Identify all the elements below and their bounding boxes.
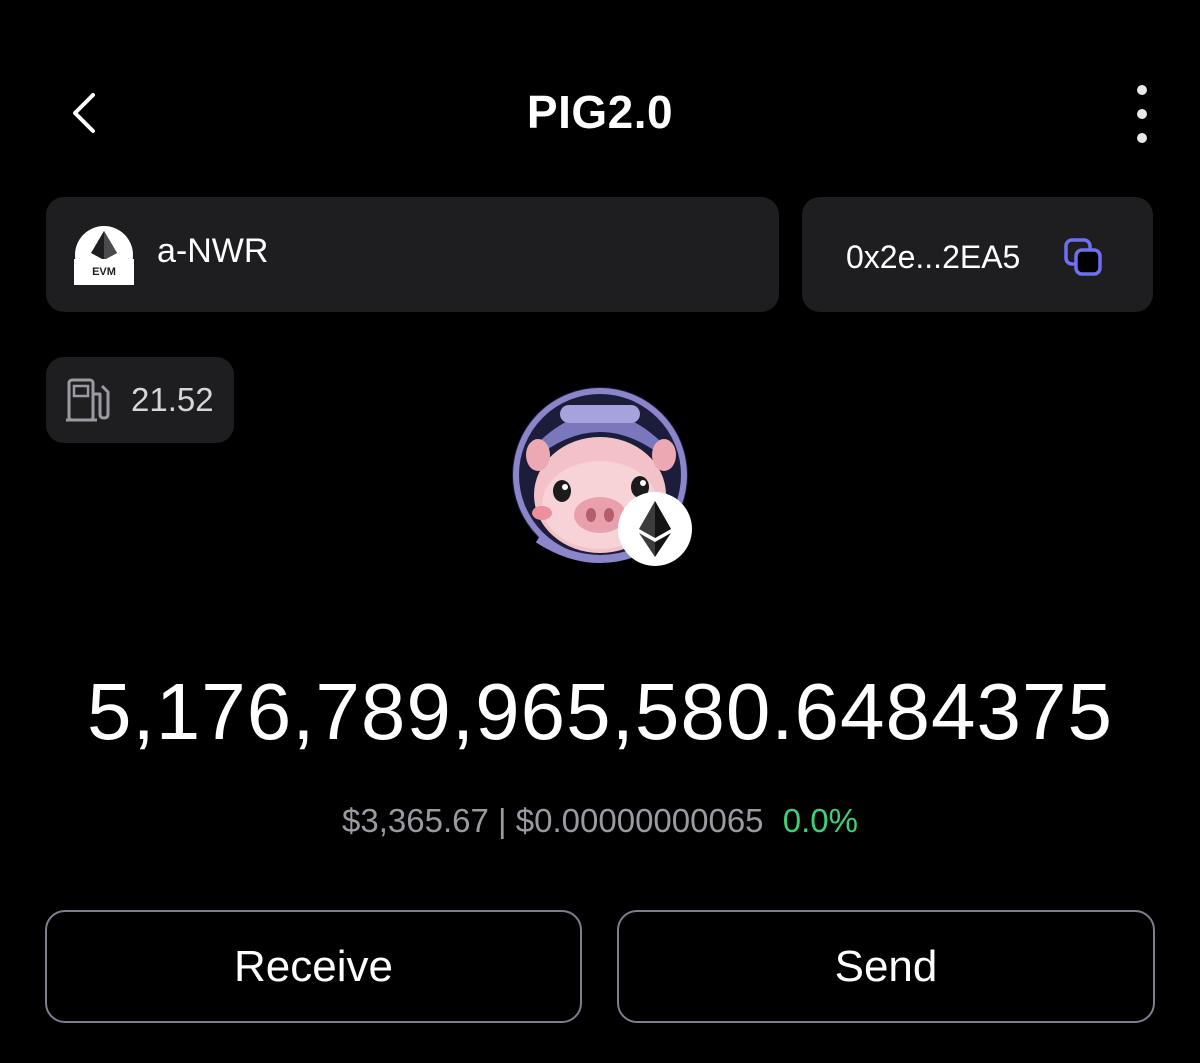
token-balance: 5,176,789,965,580.6484375: [87, 667, 1113, 756]
evm-badge-label: EVM: [92, 266, 116, 278]
ethereum-icon: [618, 492, 692, 566]
token-price-usd: $0.00000000065: [515, 802, 764, 839]
more-options-button[interactable]: [1118, 82, 1166, 146]
price-change-percent: 0.0%: [782, 802, 858, 839]
send-button[interactable]: Send: [617, 910, 1155, 1023]
copy-icon[interactable]: [1060, 235, 1108, 281]
wallet-selector[interactable]: [46, 197, 779, 312]
vertical-dots-icon: [1137, 85, 1147, 143]
price-separator: |: [498, 802, 507, 839]
back-button[interactable]: [56, 82, 112, 144]
wallet-name: a-NWR: [157, 232, 269, 270]
token-price-line: $3,365.67 | $0.00000000065 0.0%: [0, 798, 1200, 844]
pig-astronaut-token-logo: [508, 383, 694, 569]
chevron-left-icon: [73, 93, 95, 133]
receive-button[interactable]: Receive: [45, 910, 582, 1023]
gas-price-value: 21.52: [131, 381, 214, 418]
token-value-usd: $3,365.67: [342, 802, 489, 839]
fuel-pump-icon: [64, 374, 116, 426]
wallet-address: 0x2e...2EA5: [846, 239, 1021, 275]
page-title: PIG2.0: [526, 86, 674, 138]
evm-chain-badge: EVM: [74, 225, 134, 285]
